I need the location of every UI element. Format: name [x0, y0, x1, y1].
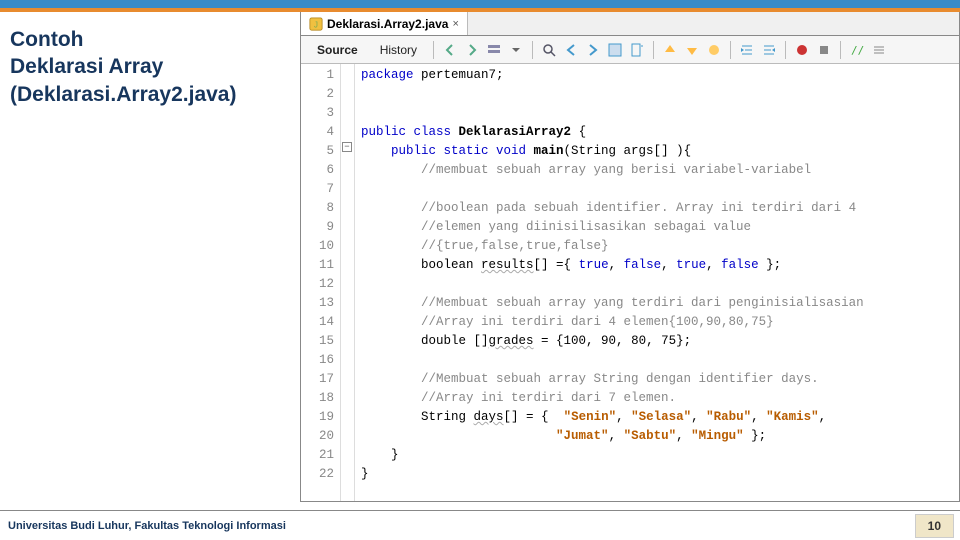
- bookmark-icon[interactable]: [627, 40, 647, 60]
- page-number: 10: [915, 514, 954, 538]
- separator: [840, 41, 841, 59]
- uncomment-icon[interactable]: [869, 40, 889, 60]
- line-number: 22: [301, 465, 334, 484]
- indent-left-icon[interactable]: [737, 40, 757, 60]
- line-number: 1: [301, 66, 334, 85]
- code-line: double []grades = {100, 90, 80, 75};: [361, 332, 953, 351]
- code-line: String days[] = { "Senin", "Selasa", "Ra…: [361, 408, 953, 427]
- title-line-2: Deklarasi Array: [10, 53, 290, 80]
- code-line: [361, 351, 953, 370]
- code-line: [361, 85, 953, 104]
- code-line: //boolean pada sebuah identifier. Array …: [361, 199, 953, 218]
- code-line: //{true,false,true,false}: [361, 237, 953, 256]
- line-number: 21: [301, 446, 334, 465]
- line-number: 8: [301, 199, 334, 218]
- toolbar: Source History //: [301, 36, 959, 64]
- dropdown-icon[interactable]: [506, 40, 526, 60]
- line-number: 19: [301, 408, 334, 427]
- fold-gutter: −: [341, 64, 355, 501]
- line-number: 20: [301, 427, 334, 446]
- separator: [532, 41, 533, 59]
- ide-panel: J Deklarasi.Array2.java × Source History: [300, 12, 960, 502]
- code-line: [361, 275, 953, 294]
- fold-toggle-icon[interactable]: −: [342, 142, 352, 152]
- line-number: 15: [301, 332, 334, 351]
- footer-text: Universitas Budi Luhur, Fakultas Teknolo…: [0, 520, 286, 532]
- code-line: package pertemuan7;: [361, 66, 953, 85]
- title-line-1: Contoh: [10, 26, 290, 53]
- code-line: //Membuat sebuah array yang terdiri dari…: [361, 294, 953, 313]
- title-line-3: (Deklarasi.Array2.java): [10, 81, 290, 108]
- highlight-icon[interactable]: [605, 40, 625, 60]
- line-number: 4: [301, 123, 334, 142]
- stop-macro-icon[interactable]: [814, 40, 834, 60]
- line-number: 3: [301, 104, 334, 123]
- separator: [730, 41, 731, 59]
- code-body[interactable]: package pertemuan7; public class Deklara…: [355, 64, 959, 501]
- code-line: //membuat sebuah array yang berisi varia…: [361, 161, 953, 180]
- up-icon[interactable]: [660, 40, 680, 60]
- code-line: public static void main(String args[] ){: [361, 142, 953, 161]
- down-icon[interactable]: [682, 40, 702, 60]
- line-number: 7: [301, 180, 334, 199]
- slide-title: Contoh Deklarasi Array (Deklarasi.Array2…: [10, 26, 290, 108]
- file-tab-label: Deklarasi.Array2.java: [327, 17, 448, 31]
- code-line: [361, 180, 953, 199]
- code-line: boolean results[] ={ true, false, true, …: [361, 256, 953, 275]
- source-view-button[interactable]: Source: [307, 39, 368, 61]
- line-number: 9: [301, 218, 334, 237]
- close-icon[interactable]: ×: [452, 18, 458, 30]
- comment-icon[interactable]: //: [847, 40, 867, 60]
- line-number: 14: [301, 313, 334, 332]
- line-number: 2: [301, 85, 334, 104]
- separator: [785, 41, 786, 59]
- header-bar-blue: [0, 0, 960, 8]
- code-line: }: [361, 465, 953, 484]
- line-number: 17: [301, 370, 334, 389]
- file-tab[interactable]: J Deklarasi.Array2.java ×: [301, 12, 468, 35]
- line-gutter: 1 2 3 4 5 6 7 8 9 10 11 12 13 14 15 16 1…: [301, 64, 341, 501]
- svg-text:J: J: [314, 20, 318, 29]
- line-number: 12: [301, 275, 334, 294]
- line-number: 10: [301, 237, 334, 256]
- code-line: //Array ini terdiri dari 7 elemen.: [361, 389, 953, 408]
- line-number: 11: [301, 256, 334, 275]
- code-line: }: [361, 446, 953, 465]
- next-match-icon[interactable]: [583, 40, 603, 60]
- warning-icon[interactable]: [704, 40, 724, 60]
- slide-left-panel: Contoh Deklarasi Array (Deklarasi.Array2…: [0, 12, 300, 502]
- prev-match-icon[interactable]: [561, 40, 581, 60]
- code-line: //Membuat sebuah array String dengan ide…: [361, 370, 953, 389]
- svg-text://: //: [851, 44, 864, 57]
- code-line: public class DeklarasiArray2 {: [361, 123, 953, 142]
- code-line: //elemen yang diinisilisasikan sebagai v…: [361, 218, 953, 237]
- main-content: Contoh Deklarasi Array (Deklarasi.Array2…: [0, 12, 960, 502]
- tab-row: J Deklarasi.Array2.java ×: [301, 12, 959, 36]
- line-number: 16: [301, 351, 334, 370]
- record-macro-icon[interactable]: [792, 40, 812, 60]
- separator: [653, 41, 654, 59]
- nav-back-icon[interactable]: [440, 40, 460, 60]
- footer: Universitas Budi Luhur, Fakultas Teknolo…: [0, 510, 960, 540]
- java-file-icon: J: [309, 17, 323, 31]
- toolbar-icon[interactable]: [484, 40, 504, 60]
- nav-forward-icon[interactable]: [462, 40, 482, 60]
- code-line: //Array ini terdiri dari 4 elemen{100,90…: [361, 313, 953, 332]
- search-icon[interactable]: [539, 40, 559, 60]
- separator: [433, 41, 434, 59]
- history-view-button[interactable]: History: [370, 39, 427, 61]
- line-number: 18: [301, 389, 334, 408]
- code-line: "Jumat", "Sabtu", "Mingu" };: [361, 427, 953, 446]
- line-number: 5: [301, 142, 334, 161]
- line-number: 13: [301, 294, 334, 313]
- code-line: [361, 104, 953, 123]
- indent-right-icon[interactable]: [759, 40, 779, 60]
- line-number: 6: [301, 161, 334, 180]
- code-area: 1 2 3 4 5 6 7 8 9 10 11 12 13 14 15 16 1…: [301, 64, 959, 501]
